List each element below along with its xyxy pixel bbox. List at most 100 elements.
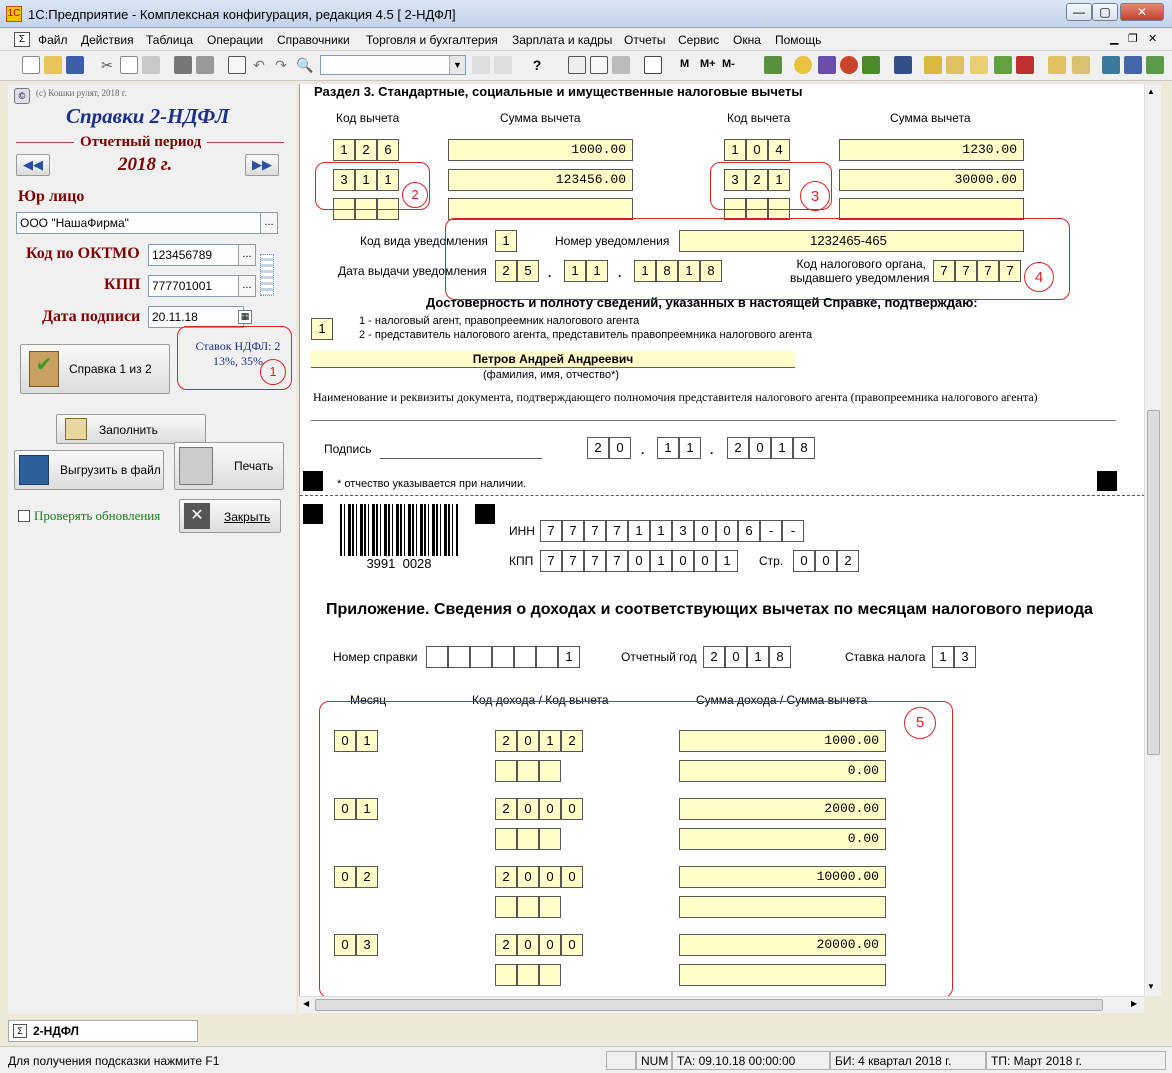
chevron-down-icon[interactable]: ▼ xyxy=(449,56,465,74)
inn-cell[interactable]: 1 xyxy=(650,520,672,542)
ded-sum[interactable] xyxy=(839,198,1024,220)
month-cell[interactable]: 0 xyxy=(334,866,356,888)
export-button[interactable]: Выгрузить в файл xyxy=(14,450,164,490)
year-cell[interactable]: 2 xyxy=(703,646,725,668)
inn-cell[interactable]: 3 xyxy=(672,520,694,542)
menu-actions[interactable]: Действия xyxy=(81,33,134,47)
income-code-cell[interactable]: 2 xyxy=(495,730,517,752)
copy-icon[interactable] xyxy=(120,56,138,74)
cut-icon[interactable]: ✂ xyxy=(98,56,116,74)
tool-8-icon[interactable] xyxy=(946,56,964,74)
sign-date-m[interactable]: 1 xyxy=(679,437,701,459)
income-code-cell[interactable]: 0 xyxy=(517,866,539,888)
tool-4-icon[interactable] xyxy=(840,56,858,74)
income-code-cell[interactable]: 2 xyxy=(495,866,517,888)
year-cell[interactable]: 1 xyxy=(747,646,769,668)
menu-salary[interactable]: Зарплата и кадры xyxy=(512,33,612,47)
menu-help[interactable]: Помощь xyxy=(775,33,821,47)
sign-date-y[interactable]: 2 xyxy=(727,437,749,459)
menu-file[interactable]: Файл xyxy=(38,33,68,47)
memory-minus-button[interactable]: M- xyxy=(722,58,735,70)
income-sum[interactable]: 20000.00 xyxy=(679,934,886,956)
deduction-sum[interactable] xyxy=(679,896,886,918)
deduction-sum[interactable] xyxy=(679,964,886,986)
income-sum[interactable]: 10000.00 xyxy=(679,866,886,888)
inn-cell[interactable]: 7 xyxy=(584,520,606,542)
window-tab[interactable]: Σ 2-НДФЛ xyxy=(8,1020,198,1042)
income-code-cell[interactable]: 0 xyxy=(517,934,539,956)
tool-1-icon[interactable] xyxy=(764,56,782,74)
deduction-code-cell[interactable] xyxy=(539,896,561,918)
calendar-icon[interactable] xyxy=(590,56,608,74)
income-code-cell[interactable]: 0 xyxy=(539,798,561,820)
month-cell[interactable]: 0 xyxy=(334,934,356,956)
menu-reports[interactable]: Отчеты xyxy=(624,33,665,47)
kpp-cell[interactable]: 7 xyxy=(584,550,606,572)
inn-cell[interactable]: 6 xyxy=(738,520,760,542)
org-select-button[interactable]: ... xyxy=(260,212,278,234)
sign-date-d[interactable]: 0 xyxy=(609,437,631,459)
kpp-cell[interactable]: 1 xyxy=(716,550,738,572)
maximize-button[interactable]: ▢ xyxy=(1092,3,1118,21)
print-button[interactable]: Печать xyxy=(174,442,284,490)
tool-10-icon[interactable] xyxy=(994,56,1012,74)
kpp-cell[interactable]: 0 xyxy=(694,550,716,572)
month-cell[interactable]: 0 xyxy=(334,730,356,752)
tool-13-icon[interactable] xyxy=(1072,56,1090,74)
prev-period-button[interactable]: ◀◀ xyxy=(16,154,50,176)
info-icon[interactable]: © xyxy=(14,88,30,104)
open-icon[interactable] xyxy=(44,56,62,74)
ded-sum[interactable]: 1230.00 xyxy=(839,139,1024,161)
scroll-right-icon[interactable]: ▶ xyxy=(1131,999,1137,1008)
hscroll-thumb[interactable] xyxy=(315,999,1103,1011)
cert-no-cell[interactable] xyxy=(514,646,536,668)
minimize-button[interactable]: — xyxy=(1066,3,1092,21)
income-code-cell[interactable]: 2 xyxy=(495,798,517,820)
cert-no-cell[interactable] xyxy=(536,646,558,668)
menu-catalogs[interactable]: Справочники xyxy=(277,33,350,47)
journal-icon[interactable] xyxy=(644,56,662,74)
inn-cell[interactable]: 7 xyxy=(606,520,628,542)
income-code-cell[interactable]: 2 xyxy=(495,934,517,956)
inn-cell[interactable]: - xyxy=(782,520,804,542)
kpp-field[interactable]: 777701001 xyxy=(148,275,240,297)
income-sum[interactable]: 2000.00 xyxy=(679,798,886,820)
month-cell[interactable]: 0 xyxy=(334,798,356,820)
menu-table[interactable]: Таблица xyxy=(146,33,193,47)
inn-cell[interactable]: 7 xyxy=(562,520,584,542)
page-cell[interactable]: 0 xyxy=(793,550,815,572)
sign-date-d[interactable]: 2 xyxy=(587,437,609,459)
print-preview-icon[interactable] xyxy=(196,56,214,74)
ded-code[interactable]: 4 xyxy=(768,139,790,161)
scroll-left-icon[interactable]: ◀ xyxy=(303,999,309,1008)
ded-code[interactable]: 6 xyxy=(377,139,399,161)
menu-windows[interactable]: Окна xyxy=(733,33,761,47)
month-cell[interactable]: 2 xyxy=(356,866,378,888)
oktmo-select-button[interactable]: ... xyxy=(238,244,256,266)
income-code-cell[interactable]: 0 xyxy=(561,866,583,888)
tool-3-icon[interactable] xyxy=(818,56,836,74)
deduction-code-cell[interactable] xyxy=(517,828,539,850)
income-code-cell[interactable]: 0 xyxy=(517,730,539,752)
grid-icon[interactable] xyxy=(260,254,274,296)
vertical-scrollbar[interactable]: ▲ ▼ xyxy=(1144,84,1161,996)
mdi-close-icon[interactable]: ✕ xyxy=(1148,32,1157,45)
find-icon[interactable]: 🔍 xyxy=(296,56,314,74)
deduction-code-cell[interactable] xyxy=(495,760,517,782)
tool-15-icon[interactable] xyxy=(1124,56,1142,74)
sign-date-y[interactable]: 0 xyxy=(749,437,771,459)
deduction-code-cell[interactable] xyxy=(539,964,561,986)
deduction-code-cell[interactable] xyxy=(495,964,517,986)
month-cell[interactable]: 1 xyxy=(356,730,378,752)
kpp-cell[interactable]: 7 xyxy=(562,550,584,572)
document-icon[interactable]: Σ xyxy=(14,32,30,47)
tool-5-icon[interactable] xyxy=(862,56,880,74)
deduction-code-cell[interactable] xyxy=(495,828,517,850)
org-field[interactable]: ООО "НашаФирма" xyxy=(16,212,270,234)
new-icon[interactable] xyxy=(22,56,40,74)
year-cell[interactable]: 0 xyxy=(725,646,747,668)
certificate-button[interactable]: ✔ Справка 1 из 2 xyxy=(20,344,170,394)
mdi-minimize-icon[interactable]: ▁ xyxy=(1110,32,1118,45)
month-cell[interactable]: 3 xyxy=(356,934,378,956)
inn-cell[interactable]: 0 xyxy=(694,520,716,542)
